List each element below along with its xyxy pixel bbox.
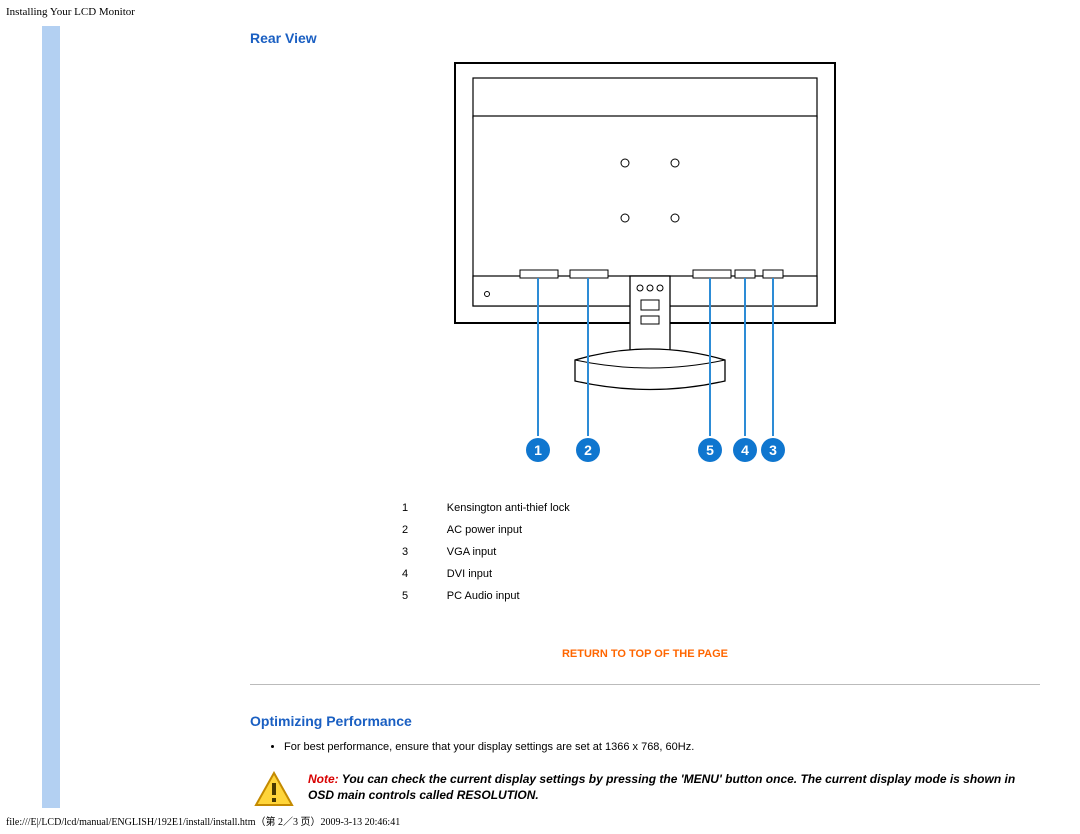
content-area: Rear View xyxy=(250,30,1040,794)
warning-icon xyxy=(254,771,294,807)
rear-view-heading: Rear View xyxy=(250,30,1040,46)
legend-row: 2AC power input xyxy=(402,520,738,540)
legend-row: 4DVI input xyxy=(402,564,738,584)
note-text: Note: You can check the current display … xyxy=(308,771,1036,803)
legend-row: 1Kensington anti-thief lock xyxy=(402,498,738,518)
legend-row: 3VGA input xyxy=(402,542,738,562)
callout-2: 2 xyxy=(576,438,600,462)
port-slot-4 xyxy=(735,270,755,278)
svg-text:2: 2 xyxy=(584,442,592,458)
callout-1: 1 xyxy=(526,438,550,462)
callout-4: 4 xyxy=(733,438,757,462)
callout-3: 3 xyxy=(761,438,785,462)
svg-text:5: 5 xyxy=(706,442,714,458)
note-label: Note: xyxy=(308,772,342,786)
section-divider xyxy=(250,684,1040,685)
performance-bullet-item: For best performance, ensure that your d… xyxy=(284,741,1040,753)
page-footer: file:///E|/LCD/lcd/manual/ENGLISH/192E1/… xyxy=(6,813,400,828)
blue-sidebar-bar xyxy=(42,26,60,808)
port-slot-3 xyxy=(763,270,783,278)
vesa-hole xyxy=(621,214,629,222)
optimizing-performance-heading: Optimizing Performance xyxy=(250,713,1040,729)
stand-base xyxy=(575,349,725,390)
legend-table: 1Kensington anti-thief lock 2AC power in… xyxy=(400,496,740,608)
return-to-top-link[interactable]: RETURN TO TOP OF THE PAGE xyxy=(250,648,1040,660)
performance-bullets: For best performance, ensure that your d… xyxy=(284,741,1040,753)
svg-text:1: 1 xyxy=(534,442,542,458)
note-row: Note: You can check the current display … xyxy=(250,771,1040,807)
vesa-hole xyxy=(671,159,679,167)
svg-text:3: 3 xyxy=(769,442,777,458)
monitor-rear-svg: 1 2 5 4 3 xyxy=(425,58,865,478)
port-slot-2 xyxy=(570,270,608,278)
callout-5: 5 xyxy=(698,438,722,462)
lock-dot xyxy=(485,292,490,297)
svg-text:4: 4 xyxy=(741,442,749,458)
port-slot-5 xyxy=(693,270,731,278)
page-header: Installing Your LCD Monitor xyxy=(6,6,135,18)
top-bezel xyxy=(473,78,817,118)
vesa-hole xyxy=(621,159,629,167)
rear-view-diagram: 1 2 5 4 3 xyxy=(425,58,865,478)
vesa-hole xyxy=(671,214,679,222)
port-slot-1 xyxy=(520,270,558,278)
note-body: You can check the current display settin… xyxy=(308,772,1015,802)
legend-row: 5PC Audio input xyxy=(402,586,738,606)
